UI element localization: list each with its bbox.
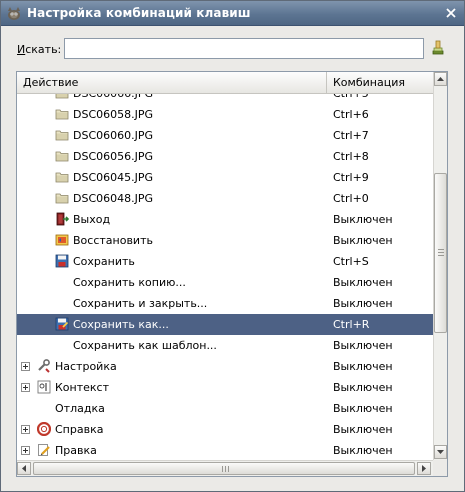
help-icon [36,421,52,437]
tree-rows: DSC06066.JPGCtrl+5DSC06058.JPGCtrl+6DSC0… [17,94,433,460]
shortcut-combination[interactable]: Ctrl+R [333,314,369,335]
arrow-left-icon [22,465,26,472]
shortcut-combination[interactable]: Ctrl+7 [333,125,369,146]
expand-icon[interactable] [21,362,30,371]
tree-row[interactable]: Сохранить и закрыть... Выключен [17,293,433,314]
tree-row[interactable]: Отладка Выключен [17,398,433,419]
preferences-icon [37,359,51,373]
folder-icon [55,94,69,100]
tree-row[interactable]: DSC06060.JPG Ctrl+7 [17,125,433,146]
action-name: Справка [55,423,104,436]
action-name: Отладка [55,402,105,415]
vertical-scroll-thumb[interactable] [434,173,447,333]
shortcut-combination[interactable]: Ctrl+5 [333,94,369,104]
action-name: DSC06056.JPG [73,150,154,163]
action-name: Сохранить копию... [73,276,186,289]
shortcut-combination[interactable]: Ctrl+S [333,251,369,272]
tree-row[interactable]: DSC06058.JPG Ctrl+6 [17,104,433,125]
action-name: DSC06048.JPG [73,192,154,205]
action-name: Сохранить как шаблон... [73,339,217,352]
folder-icon [55,128,69,142]
tree-row[interactable]: DSC06045.JPG Ctrl+9 [17,167,433,188]
shortcut-combination[interactable]: Ctrl+9 [333,167,369,188]
shortcut-combination[interactable]: Выключен [333,356,393,377]
shortcut-combination[interactable]: Выключен [333,440,393,460]
shortcut-combination[interactable]: Выключен [333,272,393,293]
expand-icon[interactable] [21,383,30,392]
scroll-down-button[interactable] [434,445,447,459]
shortcut-combination[interactable]: Ctrl+6 [333,104,369,125]
action-name: DSC06066.JPG [73,94,153,104]
clear-search-icon[interactable] [429,39,447,57]
column-header-action[interactable]: Действие [17,72,327,93]
tree-row[interactable]: DSC06048.JPG Ctrl+0 [17,188,433,209]
revert-icon [55,233,69,247]
gimp-app-icon [8,7,20,20]
shortcut-combination[interactable]: Выключен [333,293,393,314]
folder-icon [55,149,69,163]
tree-row[interactable]: DSC06066.JPG Ctrl+5 [17,94,433,104]
tree-row[interactable]: DSC06056.JPG Ctrl+8 [17,146,433,167]
action-name: Сохранить [73,255,135,268]
action-name: DSC06045.JPG [73,171,154,184]
action-name: DSC06060.JPG [73,129,154,142]
search-label: Искать: [17,43,62,56]
folder-icon [55,191,69,205]
tree-row[interactable]: Восстановить Выключен [17,230,433,251]
tree-row[interactable]: Выход Выключен [17,209,433,230]
action-name: Восстановить [73,234,153,247]
action-name: Настройка [55,360,117,373]
save-as-icon [55,317,69,331]
edit-icon [37,443,51,457]
quit-icon [55,212,70,226]
action-name: DSC06058.JPG [73,108,154,121]
horizontal-scroll-thumb[interactable] [33,462,415,475]
keyboard-shortcuts-dialog: Настройка комбинаций клавиш Искать: Дейс… [0,0,465,492]
tree-row[interactable]: Справка Выключен [17,419,433,440]
shortcut-combination[interactable]: Выключен [333,335,393,356]
search-input[interactable] [64,38,424,59]
context-icon [37,380,51,394]
shortcut-tree: Действие Комбинация DSC06066.JPGCtrl+5DS… [16,71,448,477]
shortcut-combination[interactable]: Выключен [333,398,393,419]
scroll-right-button[interactable] [417,462,431,475]
arrow-down-icon [437,450,444,454]
scroll-up-button[interactable] [434,72,447,86]
action-name: Сохранить как... [73,318,169,331]
shortcut-combination[interactable]: Выключен [333,230,393,251]
tree-row[interactable]: Правка Выключен [17,440,433,460]
tree-row[interactable]: Контекст Выключен [17,377,433,398]
action-name: Сохранить и закрыть... [73,297,208,310]
horizontal-scrollbar[interactable] [17,460,433,476]
expand-icon[interactable] [21,446,30,455]
tree-row[interactable]: Сохранить как... Ctrl+R [17,314,433,335]
shortcut-combination[interactable]: Выключен [333,377,393,398]
tree-row[interactable]: Настройка Выключен [17,356,433,377]
folder-icon [55,170,69,184]
folder-icon [55,107,69,121]
column-header-combination[interactable]: Комбинация [327,72,433,93]
tree-row[interactable]: Сохранить Ctrl+S [17,251,433,272]
action-name: Контекст [55,381,110,394]
tree-row[interactable]: Сохранить как шаблон... Выключен [17,335,433,356]
arrow-right-icon [422,465,426,472]
expand-icon[interactable] [21,425,30,434]
tree-row[interactable]: Сохранить копию... Выключен [17,272,433,293]
shortcut-combination[interactable]: Выключен [333,209,393,230]
tree-header: Действие Комбинация [17,72,433,94]
title-bar[interactable]: Настройка комбинаций клавиш [1,1,464,26]
shortcut-combination[interactable]: Ctrl+8 [333,146,369,167]
close-icon[interactable] [444,6,458,20]
action-name: Выход [73,213,111,226]
action-name: Правка [55,444,97,457]
arrow-up-icon [437,77,444,81]
vertical-scrollbar[interactable] [433,72,447,460]
scroll-left-button[interactable] [17,462,31,475]
shortcut-combination[interactable]: Ctrl+0 [333,188,369,209]
window-title: Настройка комбинаций клавиш [27,6,251,20]
shortcut-combination[interactable]: Выключен [333,419,393,440]
scroll-corner [433,460,447,476]
save-icon [55,254,69,268]
